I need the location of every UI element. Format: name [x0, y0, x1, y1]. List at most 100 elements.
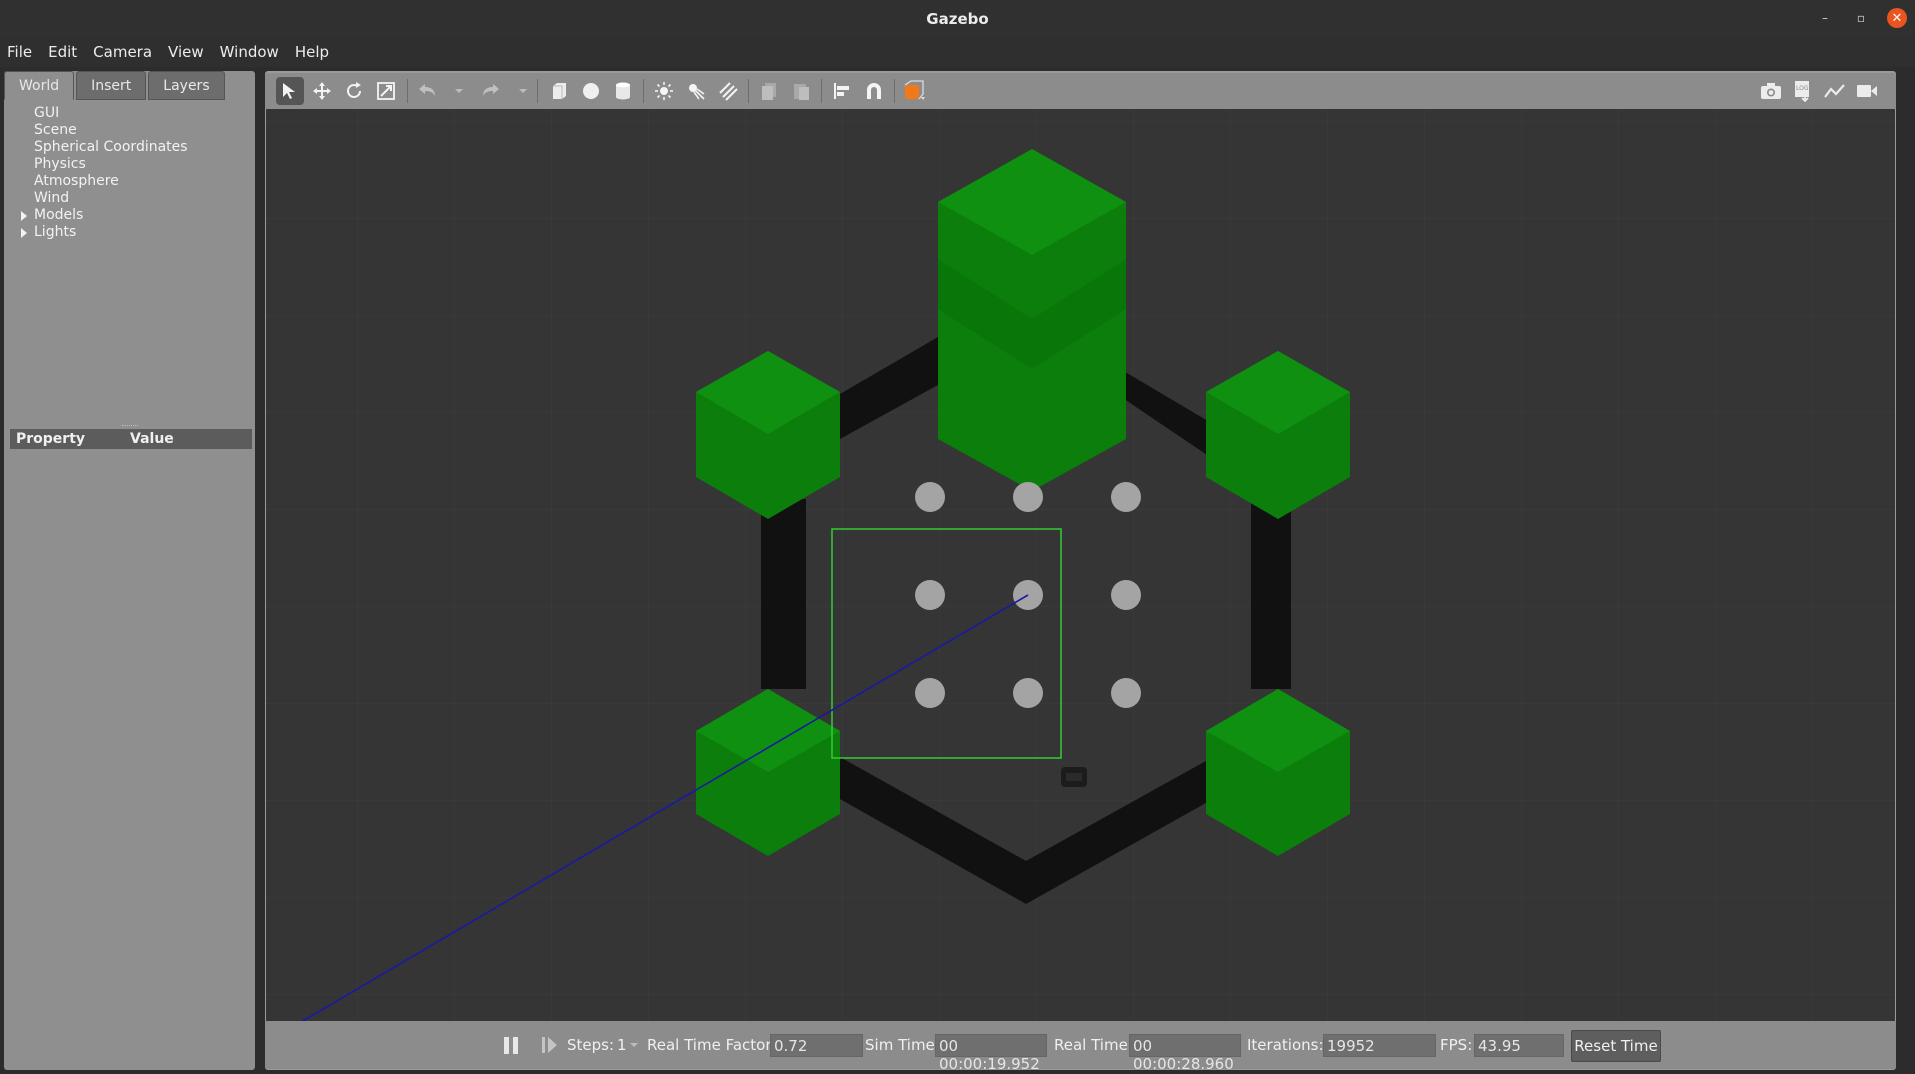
menu-view[interactable]: View [168, 43, 214, 61]
menu-file[interactable]: File [7, 43, 42, 61]
toolbar-separator [894, 79, 895, 103]
redo-history-arrow-icon[interactable] [519, 89, 527, 93]
log-icon[interactable]: LOG [1789, 77, 1817, 105]
tree-item-physics[interactable]: Physics [4, 156, 255, 173]
toolbar: LOG [265, 73, 1896, 109]
sphere-model[interactable] [915, 580, 945, 610]
tree-item-spherical-coordinates[interactable]: Spherical Coordinates [4, 139, 255, 156]
pause-button[interactable] [502, 1035, 522, 1055]
sphere-model[interactable] [1013, 482, 1043, 512]
menu-camera[interactable]: Camera [93, 43, 162, 61]
reset-time-button[interactable]: Reset Time [1571, 1030, 1661, 1062]
select-mode-icon[interactable] [276, 77, 304, 105]
fps-label: FPS: [1440, 1036, 1473, 1054]
property-column-header: Property [16, 431, 86, 447]
sphere-model[interactable] [1111, 678, 1141, 708]
sphere-model[interactable] [1111, 482, 1141, 512]
tree-item-lights[interactable]: Lights [4, 224, 255, 241]
tree-item-gui[interactable]: GUI [4, 105, 255, 122]
small-robot-model[interactable] [1061, 767, 1087, 787]
copy-icon[interactable] [755, 77, 783, 105]
plot-icon[interactable] [1821, 77, 1849, 105]
sphere-model[interactable] [915, 678, 945, 708]
real-time-field: 00 00:00:28.960 [1129, 1034, 1241, 1073]
undo-icon[interactable] [413, 77, 441, 105]
undo-history-arrow-icon[interactable] [455, 89, 463, 93]
world-tree: GUI Scene Spherical Coordinates Physics … [4, 105, 255, 241]
snap-icon[interactable] [860, 77, 888, 105]
tree-item-label: Spherical Coordinates [34, 139, 188, 155]
window-controls: – ▫ ✕ [1815, 8, 1907, 28]
scene-canvas[interactable] [266, 109, 1895, 1022]
scale-mode-icon[interactable] [372, 77, 400, 105]
tree-item-scene[interactable]: Scene [4, 122, 255, 139]
tree-item-wind[interactable]: Wind [4, 190, 255, 207]
sim-time-field: 00 00:00:19.952 [935, 1034, 1047, 1073]
tree-item-atmosphere[interactable]: Atmosphere [4, 173, 255, 190]
cylinder-shape-icon[interactable] [609, 77, 637, 105]
minimize-button[interactable]: – [1815, 8, 1835, 28]
left-panel: World Insert Layers GUI Scene Spherical … [4, 71, 255, 1070]
toolbar-separator [643, 79, 644, 103]
view-angle-icon[interactable] [901, 77, 929, 105]
bottom-status-bar: Steps: 1 Real Time Factor: 0.72 Sim Time… [265, 1021, 1896, 1073]
tree-item-label: Scene [34, 122, 77, 138]
tree-item-label: Lights [34, 224, 77, 240]
tree-item-label: GUI [34, 105, 60, 121]
expand-arrow-icon[interactable] [21, 211, 27, 221]
fps-field: 43.95 [1474, 1034, 1564, 1057]
menu-edit[interactable]: Edit [48, 43, 87, 61]
expand-arrow-icon[interactable] [21, 228, 27, 238]
toolbar-separator [821, 79, 822, 103]
paste-icon[interactable] [787, 77, 815, 105]
pause-icon [504, 1037, 509, 1054]
toolbar-separator [537, 79, 538, 103]
video-record-icon[interactable] [1853, 77, 1881, 105]
sphere-model[interactable] [1013, 678, 1043, 708]
sphere-model[interactable] [915, 482, 945, 512]
step-button[interactable] [541, 1035, 561, 1055]
rotate-mode-icon[interactable] [340, 77, 368, 105]
tree-item-models[interactable]: Models [4, 207, 255, 224]
point-light-icon[interactable] [650, 77, 678, 105]
rtf-label: Real Time Factor: [647, 1036, 777, 1054]
directional-light-icon[interactable] [714, 77, 742, 105]
maximize-button[interactable]: ▫ [1851, 8, 1871, 28]
steps-label: Steps: [567, 1036, 615, 1054]
window-title: Gazebo [926, 9, 989, 28]
align-icon[interactable] [828, 77, 856, 105]
tab-world[interactable]: World [4, 71, 75, 100]
property-table-header: Property Value [10, 429, 252, 449]
wall-segment[interactable] [1251, 499, 1291, 689]
panel-splitter-handle[interactable] [122, 425, 138, 427]
menu-help[interactable]: Help [295, 43, 339, 61]
menu-window[interactable]: Window [220, 43, 289, 61]
3d-viewport[interactable] [266, 109, 1895, 1022]
steps-value[interactable]: 1 [617, 1036, 627, 1054]
svg-text:LOG: LOG [1796, 85, 1809, 92]
spot-light-icon[interactable] [682, 77, 710, 105]
steps-dropdown-arrow-icon[interactable] [630, 1043, 638, 1047]
wall-segment[interactable] [761, 499, 806, 689]
tab-layers[interactable]: Layers [148, 71, 225, 100]
toolbar-separator [748, 79, 749, 103]
close-button[interactable]: ✕ [1887, 8, 1907, 28]
toolbar-separator [407, 79, 408, 103]
rtf-field: 0.72 [770, 1034, 863, 1057]
sphere-shape-icon[interactable] [577, 77, 605, 105]
iterations-label: Iterations: [1247, 1036, 1324, 1054]
green-cube-top[interactable] [938, 149, 1126, 491]
tree-item-label: Atmosphere [34, 173, 119, 189]
tree-item-label: Physics [34, 156, 86, 172]
sphere-model[interactable] [1111, 580, 1141, 610]
panel-tabs: World Insert Layers [4, 71, 225, 100]
menu-bar: File Edit Camera View Window Help [0, 37, 1915, 67]
sim-time-label: Sim Time: [865, 1036, 940, 1054]
screenshot-icon[interactable] [1757, 77, 1785, 105]
translate-mode-icon[interactable] [308, 77, 336, 105]
box-shape-icon[interactable] [545, 77, 573, 105]
redo-icon[interactable] [477, 77, 505, 105]
title-bar: Gazebo – ▫ ✕ [0, 0, 1915, 37]
tab-insert[interactable]: Insert [76, 71, 147, 100]
tree-item-label: Wind [34, 190, 70, 206]
